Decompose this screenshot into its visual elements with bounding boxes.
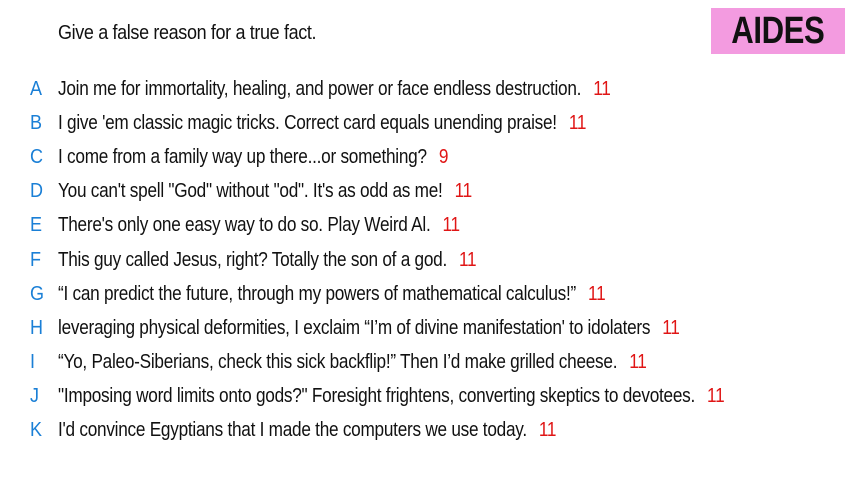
- answer-row-g[interactable]: G “I can predict the future, through my …: [0, 277, 853, 311]
- aides-badge: AIDES: [711, 8, 845, 54]
- answer-text-wrap: This guy called Jesus, right? Totally th…: [58, 248, 477, 272]
- answer-score: 11: [588, 282, 606, 305]
- answer-letter: G: [30, 282, 45, 305]
- answer-text-wrap: leveraging physical deformities, I excla…: [58, 317, 680, 340]
- answer-score: 11: [454, 180, 473, 203]
- answer-row-c[interactable]: C I come from a family way up there...or…: [0, 140, 853, 174]
- badge-label: AIDES: [731, 9, 825, 52]
- answer-text-wrap: “I can predict the future, through my po…: [58, 282, 606, 306]
- answer-row-d[interactable]: D You can't spell "God" without "od". It…: [0, 175, 853, 209]
- answer-row-k[interactable]: K I'd convince Egyptians that I made the…: [0, 414, 853, 448]
- answer-text: leveraging physical deformities, I excla…: [58, 316, 651, 339]
- answer-score: 9: [438, 145, 449, 168]
- answer-text: Join me for immortality, healing, and po…: [58, 77, 582, 100]
- answer-letter: J: [30, 385, 39, 408]
- answer-letter: K: [30, 419, 43, 442]
- answer-letter: F: [30, 248, 41, 271]
- answer-letter: A: [30, 77, 43, 100]
- answer-text-wrap: "Imposing word limits onto gods?" Foresi…: [58, 385, 725, 408]
- answer-score: 11: [629, 351, 647, 374]
- answer-text: “Yo, Paleo-Siberians, check this sick ba…: [58, 351, 618, 374]
- answer-score: 11: [459, 248, 477, 271]
- answer-text: I come from a family way up there...or s…: [58, 145, 427, 168]
- answer-text: “I can predict the future, through my po…: [58, 282, 577, 305]
- answer-text-wrap: I come from a family way up there...or s…: [58, 146, 448, 169]
- answer-text-wrap: I'd convince Egyptians that I made the c…: [58, 419, 556, 442]
- answer-row-b[interactable]: B I give 'em classic magic tricks. Corre…: [0, 106, 853, 140]
- answer-letter: E: [30, 214, 43, 237]
- answer-score: 11: [707, 385, 725, 408]
- answer-text-wrap: I give 'em classic magic tricks. Correct…: [58, 112, 586, 135]
- answer-row-a[interactable]: A Join me for immortality, healing, and …: [0, 72, 853, 106]
- answer-letter: I: [30, 351, 36, 374]
- answer-text: There's only one easy way to do so. Play…: [58, 214, 431, 237]
- answer-score: 11: [568, 111, 587, 134]
- answer-row-h[interactable]: H leveraging physical deformities, I exc…: [0, 311, 853, 345]
- answer-text-wrap: There's only one easy way to do so. Play…: [58, 214, 460, 237]
- answer-text-wrap: Join me for immortality, healing, and po…: [58, 78, 611, 101]
- answer-letter: C: [30, 145, 44, 168]
- prompt-text: Give a false reason for a true fact.: [58, 22, 317, 44]
- answer-row-f[interactable]: F This guy called Jesus, right? Totally …: [0, 243, 853, 277]
- answer-score: 11: [593, 77, 611, 100]
- answer-letter: D: [30, 180, 44, 203]
- answer-score: 11: [538, 419, 557, 442]
- answer-letter: H: [30, 316, 44, 339]
- answer-row-i[interactable]: I “Yo, Paleo-Siberians, check this sick …: [0, 346, 853, 380]
- answer-text: This guy called Jesus, right? Totally th…: [58, 248, 447, 271]
- answer-letter: B: [30, 111, 43, 134]
- answer-score: 11: [662, 316, 680, 339]
- answer-text: "Imposing word limits onto gods?" Foresi…: [58, 385, 696, 408]
- answer-text-wrap: You can't spell "God" without "od". It's…: [58, 180, 472, 203]
- answer-row-j[interactable]: J "Imposing word limits onto gods?" Fore…: [0, 380, 853, 414]
- answer-row-e[interactable]: E There's only one easy way to do so. Pl…: [0, 209, 853, 243]
- answer-text: You can't spell "God" without "od". It's…: [58, 180, 443, 203]
- answer-list: A Join me for immortality, healing, and …: [0, 72, 853, 448]
- answer-score: 11: [442, 214, 461, 237]
- answer-text: I'd convince Egyptians that I made the c…: [58, 419, 527, 442]
- answer-text-wrap: “Yo, Paleo-Siberians, check this sick ba…: [58, 351, 647, 374]
- answer-text: I give 'em classic magic tricks. Correct…: [58, 111, 557, 134]
